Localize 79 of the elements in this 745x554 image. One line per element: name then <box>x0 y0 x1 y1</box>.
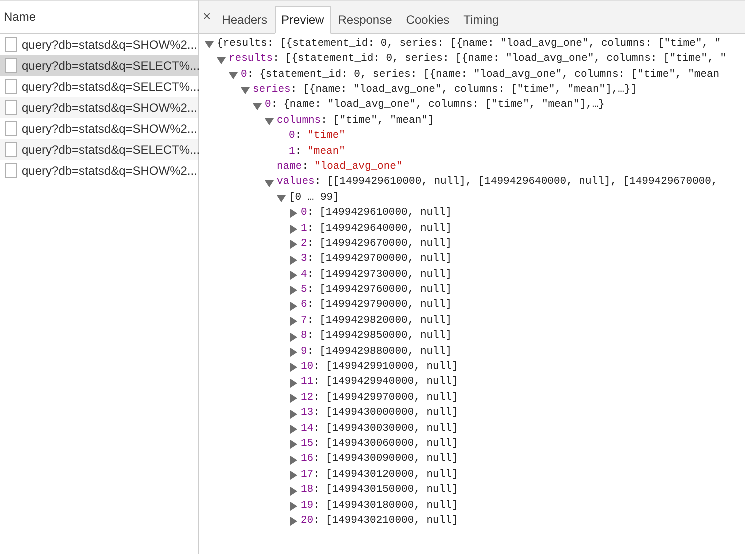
request-row[interactable]: query?db=statsd&q=SHOW%2... <box>0 97 198 118</box>
property-value: [1499430210000, null] <box>326 514 458 529</box>
file-icon <box>5 121 17 136</box>
property-value: [{name: "load_avg_one", columns: ["time", "mean"],…}] <box>303 83 638 98</box>
property-value: [1499430000000, null] <box>326 406 458 422</box>
property-key: results: <box>229 52 280 68</box>
tab[interactable]: Timing <box>456 6 506 34</box>
property-value: [1499429730000, null] <box>320 268 452 283</box>
tab[interactable]: Headers <box>215 6 275 34</box>
property-key: 16: <box>301 452 320 468</box>
tab[interactable]: Response <box>331 6 400 34</box>
property-value: [[1499429610000, null], [1499429640000, null], [1499429670000, <box>327 175 718 190</box>
property-value: [1499429610000, null] <box>320 206 452 222</box>
property-key: 0: <box>265 98 278 114</box>
property-key: values: <box>277 175 322 192</box>
property-value: ["time", "mean"] <box>333 114 434 129</box>
property-value: "mean" <box>308 144 346 160</box>
property-value: {statement_id: 0, series: [{name: "load_avg_one", columns: ["time", "mean <box>260 68 720 83</box>
property-value: [1499430030000, null] <box>326 422 458 437</box>
file-icon <box>5 37 17 52</box>
property-key: 4: <box>301 268 314 284</box>
property-value: [1499429940000, null] <box>326 375 458 390</box>
close-button[interactable]: × <box>199 1 216 31</box>
tab[interactable]: Preview <box>274 6 332 34</box>
property-value: [1499429850000, null] <box>320 329 452 344</box>
property-value: [1499430150000, null] <box>326 483 458 498</box>
file-icon <box>5 79 17 94</box>
property-key: 14: <box>301 422 320 438</box>
property-value: [1499429880000, null] <box>320 344 452 360</box>
property-key: series: <box>253 83 298 99</box>
column-header[interactable]: Name <box>4 8 36 26</box>
property-key: 1: <box>301 222 314 238</box>
property-key: 10: <box>301 360 320 376</box>
property-key: name: <box>277 160 309 176</box>
property-key: 8: <box>301 329 314 345</box>
property-value: [1499430090000, null] <box>326 452 458 468</box>
property-key: 2: <box>301 236 314 253</box>
property-key: 20: <box>301 514 320 530</box>
property-key: 11: <box>301 375 320 392</box>
property-value: [{statement_id: 0, series: [{name: "load_avg_one", columns: ["time", " <box>285 52 726 68</box>
property-key: 9: <box>301 344 314 360</box>
property-value: {name: "load_avg_one", columns: ["time", "mean"],…} <box>284 98 605 114</box>
property-value: [1499429700000, null] <box>320 252 452 268</box>
property-key: 15: <box>301 436 320 453</box>
property-value: [1499430060000, null] <box>326 436 458 452</box>
property-key: 13: <box>301 406 320 422</box>
property-key: 5: <box>301 283 314 299</box>
property-value: [1499430120000, null] <box>326 468 458 483</box>
property-value: [1499429820000, null] <box>320 314 452 329</box>
request-row[interactable]: query?db=statsd&q=SELECT%... <box>0 139 198 160</box>
property-value: "load_avg_one" <box>314 160 403 175</box>
property-key: 12: <box>301 390 320 407</box>
property-key: columns: <box>277 114 328 130</box>
property-key: 0: <box>289 129 302 145</box>
tab[interactable]: Cookies <box>399 6 457 34</box>
property-key: 7: <box>301 314 314 330</box>
property-key: 18: <box>301 483 320 499</box>
property-value: [1499429790000, null] <box>320 298 452 314</box>
property-value: [0 … 99] <box>289 190 340 206</box>
property-key: 0: <box>301 206 314 222</box>
file-icon <box>5 163 17 178</box>
property-value: "time" <box>308 129 346 144</box>
property-key: 6: <box>301 298 314 314</box>
request-row[interactable]: query?db=statsd&q=SELECT%... <box>0 55 198 76</box>
file-icon <box>5 58 17 73</box>
property-value: [1499429670000, null] <box>320 236 452 252</box>
property-value: [1499429760000, null] <box>320 283 452 298</box>
file-icon <box>5 100 17 115</box>
property-key: 3: <box>301 252 314 268</box>
property-value: {results: [{statement_id: 0, series: [{name: "load_avg_one", columns: ["time", " <box>217 36 722 52</box>
property-key: 1: <box>289 144 302 160</box>
property-value: [1499429910000, null] <box>326 360 458 376</box>
property-value: [1499429640000, null] <box>320 222 452 237</box>
property-key: 19: <box>301 498 320 514</box>
file-icon <box>5 142 17 157</box>
property-key: 0: <box>241 68 254 84</box>
property-key: 17: <box>301 468 320 484</box>
property-value: [1499430180000, null] <box>326 498 458 514</box>
property-value: [1499429970000, null] <box>326 390 458 406</box>
